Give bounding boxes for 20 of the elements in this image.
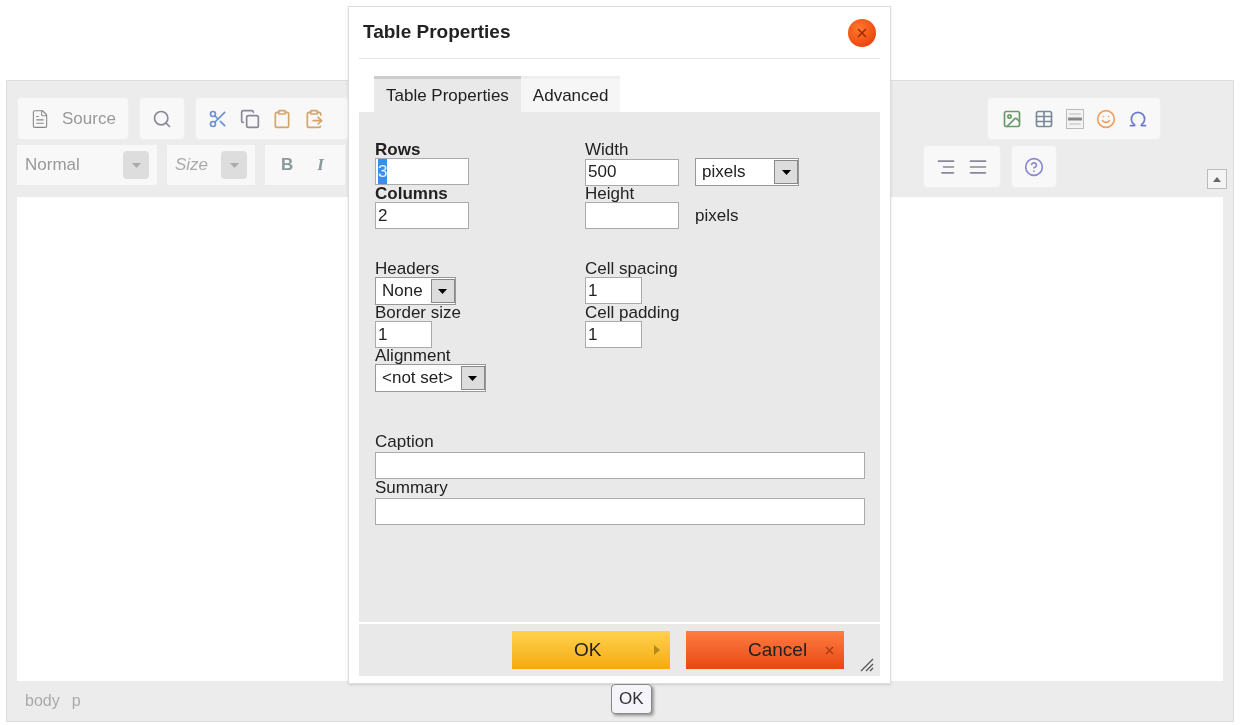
field-label: Border size	[375, 305, 461, 321]
field-value: 1	[588, 279, 598, 302]
field-value: 3	[378, 158, 388, 185]
field-value: 2	[378, 204, 388, 227]
field-label: Rows	[375, 142, 421, 158]
field-value: 1	[588, 323, 598, 346]
field-value: 1	[378, 323, 388, 346]
field-label: Width	[585, 142, 629, 158]
field-label: Cell padding	[585, 305, 680, 321]
dialog-title: Table Properties	[363, 20, 511, 45]
field-label: Height	[585, 186, 635, 202]
unit-label: pixels	[695, 204, 739, 227]
tooltip: OK	[611, 684, 652, 714]
field-label: Columns	[375, 186, 448, 202]
field-label: Caption	[375, 432, 434, 452]
field-label: Cell spacing	[585, 261, 678, 277]
field-label: Headers	[375, 261, 440, 277]
field-label: Alignment	[375, 348, 451, 364]
field-label: Summary	[375, 478, 448, 498]
field-value: 500	[588, 161, 617, 184]
